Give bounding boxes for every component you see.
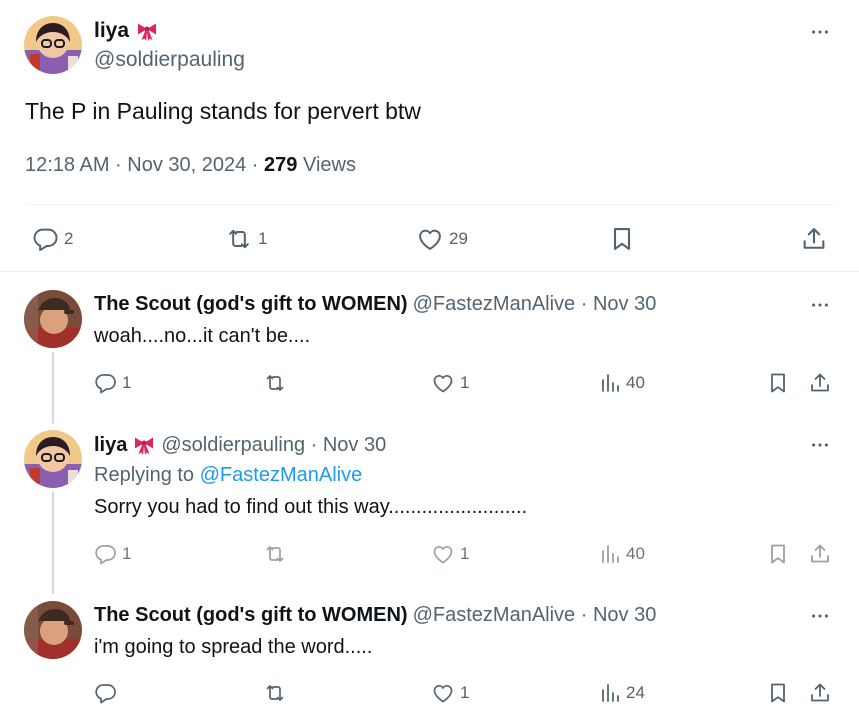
reply-count: 1 — [122, 544, 132, 563]
like-button[interactable]: 1 — [430, 542, 469, 566]
avatar-image — [24, 290, 82, 348]
bookmark-button[interactable] — [608, 225, 636, 253]
like-count: 1 — [460, 683, 470, 702]
bookmark-icon — [608, 225, 636, 253]
author-name[interactable]: The Scout (god's gift to WOMEN) — [94, 604, 408, 627]
avatar[interactable] — [24, 16, 82, 74]
like-count: 29 — [449, 229, 468, 248]
avatar[interactable] — [24, 290, 82, 348]
like-icon — [415, 225, 445, 253]
reply-count: 1 — [122, 373, 132, 392]
reply-icon — [94, 542, 118, 566]
thread-line — [52, 492, 54, 594]
more-options-icon[interactable] — [808, 433, 832, 457]
thread-line — [52, 352, 54, 424]
views-button[interactable]: 24 — [598, 681, 645, 705]
author-name[interactable]: liya — [94, 19, 159, 43]
share-button[interactable] — [808, 371, 832, 395]
reply-button[interactable] — [94, 681, 122, 705]
reply-button[interactable]: 1 — [94, 371, 131, 395]
views-count: 40 — [626, 373, 645, 392]
like-count: 1 — [460, 544, 470, 563]
avatar-image — [24, 430, 82, 488]
repost-count: 1 — [258, 229, 268, 248]
views-button[interactable]: 40 — [598, 371, 645, 395]
views-count: 24 — [626, 683, 645, 702]
share-icon — [800, 225, 828, 253]
replying-to-link[interactable]: @FastezManAlive — [200, 464, 363, 486]
more-options-icon[interactable] — [808, 293, 832, 317]
repost-icon — [224, 225, 254, 253]
share-icon — [808, 371, 832, 395]
reply-header: The Scout (god's gift to WOMEN) @FastezM… — [94, 604, 656, 627]
share-button[interactable] — [808, 681, 832, 705]
tweet-timestamp[interactable]: 12:18 AM · Nov 30, 2024 · — [25, 154, 264, 176]
reply-button[interactable]: 1 — [94, 542, 131, 566]
author-name[interactable]: liya — [94, 434, 127, 457]
reply-icon — [94, 371, 118, 395]
share-icon — [808, 681, 832, 705]
reply-icon — [32, 225, 60, 253]
repost-icon — [262, 542, 288, 566]
replying-to: Replying to @FastezManAlive — [94, 464, 362, 487]
reply-icon — [94, 681, 118, 705]
views-count: 40 — [626, 544, 645, 563]
more-options-icon[interactable] — [808, 20, 832, 44]
repost-icon — [262, 371, 288, 395]
tweet-text: The P in Pauling stands for pervert btw — [25, 98, 421, 124]
tweet-text: i'm going to spread the word..... — [94, 636, 373, 658]
author-handle[interactable]: @FastezManAlive · Nov 30 — [413, 293, 657, 316]
author-name-text: liya — [94, 19, 130, 42]
avatar-image — [24, 16, 82, 74]
reply-header: The Scout (god's gift to WOMEN) @FastezM… — [94, 293, 656, 316]
bookmark-icon — [766, 681, 790, 705]
share-icon — [808, 542, 832, 566]
like-icon — [430, 371, 456, 395]
views-icon — [598, 542, 622, 566]
bookmark-button[interactable] — [766, 542, 790, 566]
more-options-icon[interactable] — [808, 604, 832, 628]
reply-header: liya @soldierpauling · Nov 30 — [94, 433, 386, 457]
avatar-image — [24, 601, 82, 659]
views-count: 279 — [264, 154, 298, 176]
repost-button[interactable] — [262, 681, 288, 705]
avatar[interactable] — [24, 430, 82, 488]
bookmark-icon — [766, 371, 790, 395]
bookmark-button[interactable] — [766, 681, 790, 705]
bow-icon — [135, 19, 159, 43]
views-button[interactable]: 40 — [598, 542, 645, 566]
like-count: 1 — [460, 373, 470, 392]
like-button[interactable]: 29 — [415, 225, 468, 253]
like-icon — [430, 542, 456, 566]
avatar[interactable] — [24, 601, 82, 659]
reply-button[interactable]: 2 — [32, 225, 73, 253]
author-handle[interactable]: @soldierpauling · Nov 30 — [161, 434, 386, 457]
author-handle[interactable]: @FastezManAlive · Nov 30 — [413, 604, 657, 627]
repost-button[interactable] — [262, 542, 288, 566]
share-button[interactable] — [800, 225, 828, 253]
like-button[interactable]: 1 — [430, 371, 469, 395]
divider — [25, 204, 835, 205]
tweet-text: woah....no...it can't be.... — [94, 325, 311, 347]
replying-prefix: Replying to — [94, 464, 200, 486]
views-icon — [598, 681, 622, 705]
author-name[interactable]: The Scout (god's gift to WOMEN) — [94, 293, 408, 316]
divider — [0, 271, 859, 272]
bookmark-icon — [766, 542, 790, 566]
reply-count: 2 — [64, 229, 74, 248]
bow-icon — [132, 433, 156, 457]
author-handle[interactable]: @soldierpauling — [94, 48, 245, 72]
views-label: Views — [297, 154, 356, 176]
tweet-text: Sorry you had to find out this way......… — [94, 496, 528, 518]
like-button[interactable]: 1 — [430, 681, 469, 705]
like-icon — [430, 681, 456, 705]
share-button[interactable] — [808, 542, 832, 566]
repost-button[interactable] — [262, 371, 288, 395]
bookmark-button[interactable] — [766, 371, 790, 395]
views-icon — [598, 371, 622, 395]
tweet-meta: 12:18 AM · Nov 30, 2024 · 279 Views — [25, 154, 356, 177]
repost-icon — [262, 681, 288, 705]
repost-button[interactable]: 1 — [224, 225, 267, 253]
